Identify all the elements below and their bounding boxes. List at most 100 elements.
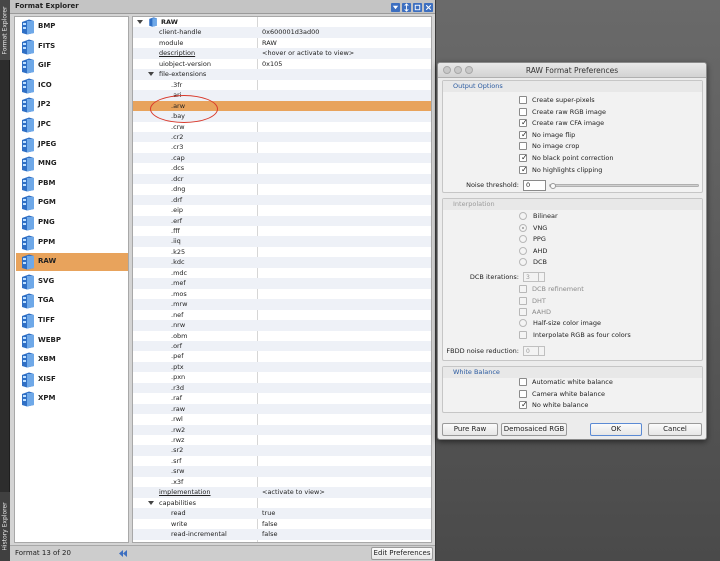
property-row[interactable]: description <hover or activate to view> [133,48,431,59]
float-button[interactable] [412,2,422,12]
format-item[interactable]: GIF [16,57,128,75]
extension-row[interactable]: .kdc [133,257,431,268]
file-extensions-node[interactable]: file-extensions [133,69,431,80]
slider-handle[interactable] [550,183,556,189]
extension-row[interactable]: .crw [133,122,431,133]
extension-row[interactable]: .cap [133,152,431,164]
format-item[interactable]: PNG [16,214,128,232]
format-item[interactable]: JP2 [16,96,128,114]
output-option-checkbox[interactable] [519,142,527,151]
half-size-radio[interactable] [519,319,527,327]
extension-row[interactable]: .fff [133,226,431,237]
interpolation-radio[interactable] [519,212,527,220]
output-option-checkbox[interactable]: ✓ [519,153,528,162]
ok-button[interactable]: OK [590,423,642,436]
format-item[interactable]: WEBP [16,332,128,350]
format-item[interactable]: PGM [16,194,128,212]
extension-row[interactable]: .obm [133,331,431,342]
extension-row[interactable]: .k25 [133,247,431,258]
extension-row[interactable]: .dcs [133,163,431,174]
capability-row[interactable]: read true [133,508,431,519]
extension-row[interactable]: .dcr [133,173,431,185]
property-row[interactable]: module RAW [133,38,431,49]
interpolation-radio[interactable] [519,246,527,255]
double-chevron-left-icon[interactable] [118,549,128,558]
expand-triangle-icon[interactable] [137,20,143,24]
extension-row[interactable]: .bay [133,111,431,122]
extension-row[interactable]: .dng [133,184,431,195]
format-item[interactable]: TIFF [16,312,128,330]
extension-row[interactable]: .ari [133,90,431,101]
capabilities-node[interactable]: capabilities [133,498,431,509]
extension-row[interactable]: .mrw [133,299,431,310]
extension-row[interactable]: .cr3 [133,142,431,153]
fbdd-spinbox[interactable]: 0 [523,346,545,356]
extension-row[interactable]: .nrw [133,320,431,331]
format-item[interactable]: TGA [16,292,128,310]
pin-button[interactable] [401,2,411,12]
close-button[interactable] [423,2,433,12]
format-list[interactable]: BMP FITS GIF ICO JP2 JPC JPEG MNG PBM PGM PNG PPM RA… [14,16,129,543]
tab-history-explorer[interactable]: History Explorer [0,492,10,561]
collapse-button[interactable] [390,2,400,12]
extension-row[interactable]: .arw [133,100,431,112]
white-balance-checkbox[interactable]: ✓ [519,400,528,410]
format-item[interactable]: XBM [16,351,128,369]
format-item[interactable]: FITS [16,38,128,56]
interpolate-rgb-checkbox[interactable] [519,331,527,339]
capability-row[interactable]: read-incremental false [133,529,431,540]
format-item[interactable]: PPM [16,234,128,252]
output-option-checkbox[interactable]: ✓ [519,165,528,174]
noise-threshold-slider[interactable] [549,183,699,189]
extension-row[interactable]: .eip [133,205,431,216]
format-item[interactable]: XISF [16,371,128,389]
interpolation-option-checkbox[interactable] [519,285,527,293]
property-row[interactable]: uiobject-version 0x105 [133,59,431,70]
format-item[interactable]: RAW [16,253,128,272]
expand-triangle-icon[interactable] [148,500,154,505]
capability-row[interactable]: false [133,540,431,543]
extension-row[interactable]: .3fr [133,80,431,91]
output-option-checkbox[interactable] [519,107,527,116]
extension-row[interactable]: .raf [133,393,431,404]
format-item[interactable]: JPEG [16,136,128,154]
format-item[interactable]: BMP [16,18,128,36]
extension-row[interactable]: .pef [133,351,431,362]
extension-row[interactable]: .mos [133,289,431,300]
extension-row[interactable]: .srf [133,456,431,467]
extension-row[interactable]: .rw2 [133,424,431,436]
extension-row[interactable]: .srw [133,466,431,477]
format-item[interactable]: JPC [16,116,128,134]
format-item[interactable]: XPM [16,390,128,408]
format-properties-tree[interactable]: RAW client-handle 0x600001d3ad00 module RAW d… [132,16,432,543]
extension-row[interactable]: .rwz [133,435,431,446]
output-option-checkbox[interactable]: ✓ [519,130,528,139]
extension-row[interactable]: .cr2 [133,131,431,143]
pure-raw-button[interactable]: Pure Raw [442,423,498,436]
expand-triangle-icon[interactable] [148,72,154,77]
tree-root-raw[interactable]: RAW [133,17,431,28]
extension-row[interactable]: .x3f [133,477,431,488]
dcb-iterations-spinbox[interactable]: 3 [523,272,545,282]
tab-format-explorer[interactable]: Format Explorer [0,0,10,60]
property-row[interactable]: client-handle 0x600001d3ad00 [133,27,431,38]
extension-row[interactable]: .raw [133,403,431,415]
format-item[interactable]: PBM [16,175,128,193]
extension-row[interactable]: .orf [133,340,431,352]
interpolation-option-checkbox[interactable] [519,296,527,305]
extension-row[interactable]: .ptx [133,361,431,373]
interpolation-radio[interactable] [519,235,527,244]
extension-row[interactable]: .iiq [133,236,431,247]
extension-row[interactable]: .sr2 [133,445,431,456]
demosaiced-rgb-button[interactable]: Demosaiced RGB [501,423,567,436]
interpolation-radio[interactable] [519,258,527,267]
output-option-checkbox[interactable] [519,96,527,104]
extension-row[interactable]: .drf [133,194,431,206]
extension-row[interactable]: .pxn [133,372,431,383]
extension-row[interactable]: .mdc [133,268,431,279]
implementation-row[interactable]: implementation <activate to view> [133,487,431,498]
white-balance-checkbox[interactable] [519,378,527,386]
edit-preferences-button[interactable]: Edit Preferences [371,547,433,560]
extension-row[interactable]: .erf [133,215,431,227]
extension-row[interactable]: .r3d [133,382,431,394]
